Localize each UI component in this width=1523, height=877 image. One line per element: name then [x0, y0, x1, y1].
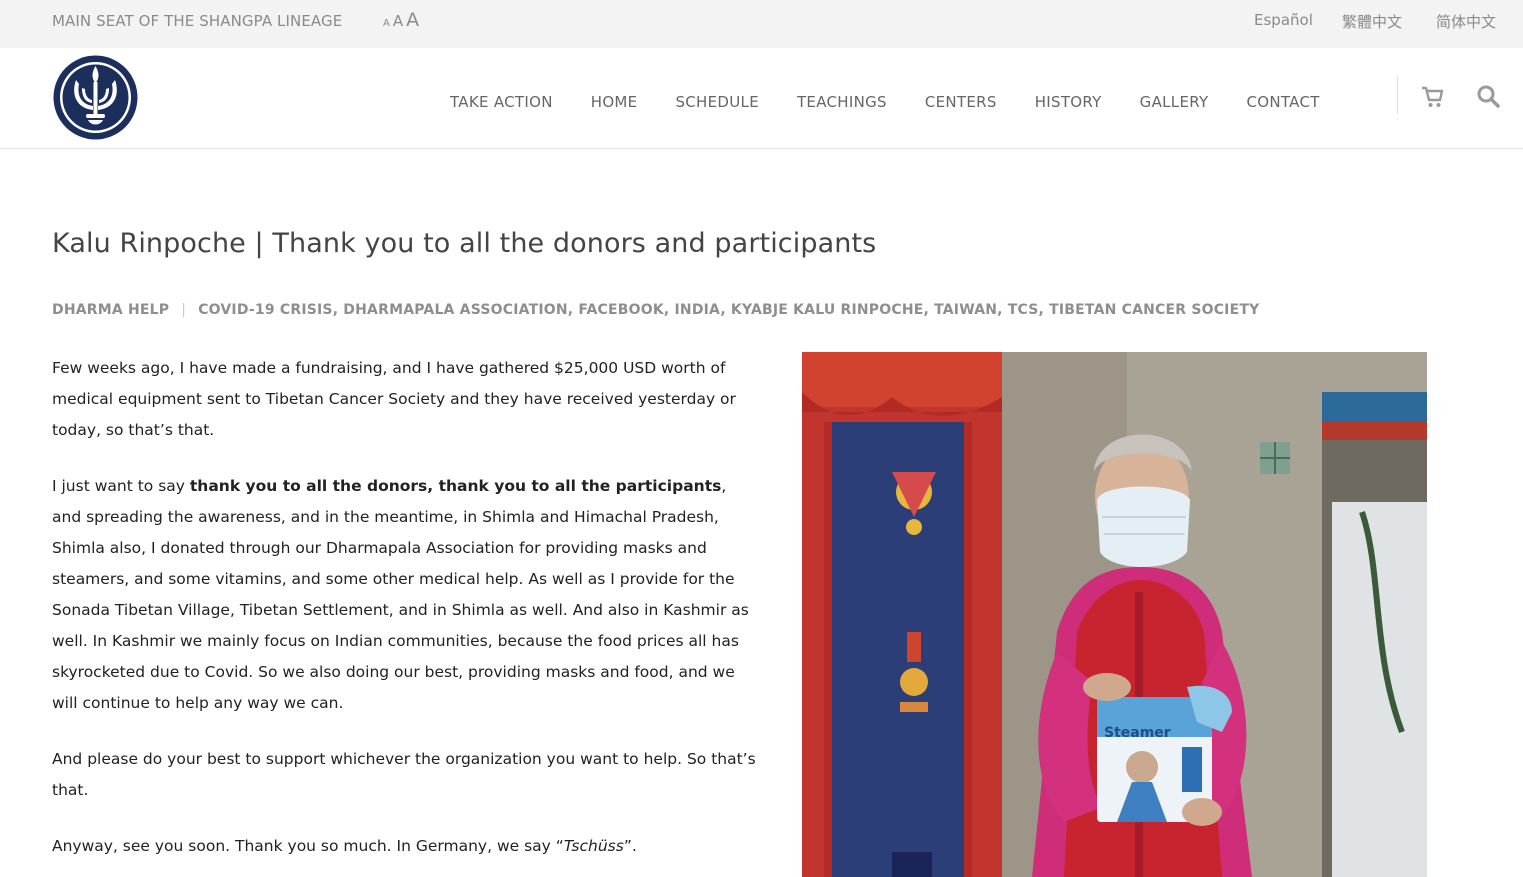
paragraph-2-bold-thanks: thank you to all the donors, thank you t… [189, 477, 722, 495]
paragraph-4-italic-word: Tschüss [563, 837, 624, 855]
font-size-large-button[interactable]: A [406, 9, 419, 31]
post-tags-links[interactable]: COVID-19 CRISIS, DHARMAPALA ASSOCIATION,… [198, 302, 1259, 318]
paragraph-2-rest: , and spreading the awareness, and in th… [52, 477, 749, 712]
nav-item-home[interactable]: HOME [591, 93, 638, 111]
nav-item-contact[interactable]: CONTACT [1246, 93, 1319, 111]
paragraph-2-start: I just want to say [52, 477, 190, 495]
paragraph-4-end: ”. [623, 837, 637, 855]
post-paragraph-4: Anyway, see you soon. Thank you so much.… [52, 831, 757, 862]
meta-separator: | [181, 302, 187, 318]
post-paragraph-3: And please do your best to support which… [52, 750, 756, 799]
search-icon[interactable] [1476, 84, 1500, 108]
nav-item-gallery[interactable]: GALLERY [1140, 93, 1209, 111]
post-body: Few weeks ago, I have made a fundraising… [52, 353, 757, 877]
language-link-traditional-chinese[interactable]: 繁體中文 [1342, 11, 1402, 32]
post-title: Kalu Rinpoche | Thank you to all the don… [52, 228, 877, 259]
language-link-spanish[interactable]: Español [1254, 11, 1313, 29]
post-paragraph-2: I just want to say thank you to all the … [52, 471, 757, 719]
font-size-switcher: A A A [383, 9, 419, 31]
post-meta: DHARMA HELP | COVID-19 CRISIS, DHARMAPALA … [52, 302, 1259, 318]
post-category-link[interactable]: DHARMA HELP [52, 302, 169, 318]
steamer-box-label: Steamer [1104, 725, 1171, 741]
top-bar: MAIN SEAT OF THE SHANGPA LINEAGE A A A E… [0, 0, 1523, 48]
nav-item-centers[interactable]: CENTERS [925, 93, 997, 111]
font-size-medium-button[interactable]: A [393, 12, 403, 30]
paragraph-4-start: Anyway, see you soon. Thank you so much.… [52, 837, 564, 855]
cart-icon[interactable] [1421, 85, 1445, 109]
post-photo: Steamer [802, 352, 1427, 877]
language-link-simplified-chinese[interactable]: 简体中文 [1436, 11, 1496, 32]
font-size-small-button[interactable]: A [383, 18, 390, 29]
post-paragraph-1: Few weeks ago, I have made a fundraising… [52, 359, 736, 439]
nav-item-schedule[interactable]: SCHEDULE [675, 93, 759, 111]
nav-item-teachings[interactable]: TEACHINGS [797, 93, 887, 111]
nav-item-history[interactable]: HISTORY [1035, 93, 1102, 111]
nav-divider [1397, 76, 1398, 114]
main-navigation: TAKE ACTION HOME SCHEDULE TEACHINGS CENT… [450, 93, 1358, 111]
nav-item-take-action[interactable]: TAKE ACTION [450, 93, 553, 111]
lineage-tagline: MAIN SEAT OF THE SHANGPA LINEAGE [52, 12, 343, 30]
site-logo[interactable] [52, 54, 139, 141]
site-header: TAKE ACTION HOME SCHEDULE TEACHINGS CENT… [0, 48, 1523, 149]
